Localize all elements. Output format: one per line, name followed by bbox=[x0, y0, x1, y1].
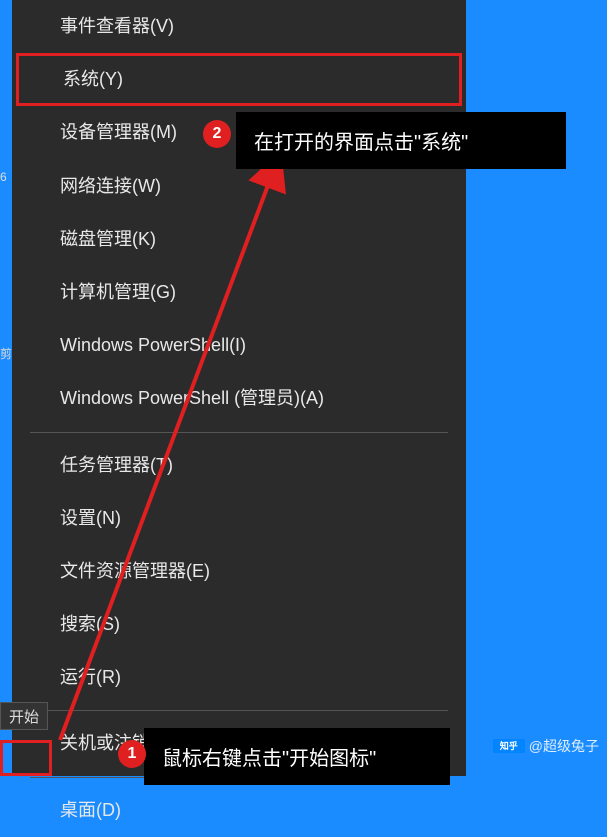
tooltip-text: 在打开的界面点击"系统" bbox=[254, 132, 468, 154]
menu-item-computer-management[interactable]: 计算机管理(G) bbox=[12, 266, 466, 319]
menu-label: 事件查看器(V) bbox=[60, 16, 174, 36]
start-button-highlight[interactable] bbox=[0, 740, 52, 776]
menu-item-powershell-admin[interactable]: Windows PowerShell (管理员)(A) bbox=[12, 372, 466, 425]
tooltip-text: 鼠标右键点击"开始图标" bbox=[162, 748, 376, 770]
step-badge-2: 2 bbox=[203, 120, 231, 148]
left-edge-char: 剪 bbox=[0, 345, 12, 362]
menu-label: 系统(Y) bbox=[63, 69, 123, 89]
menu-label: Windows PowerShell (管理员)(A) bbox=[60, 388, 324, 408]
menu-label: 网络连接(W) bbox=[60, 176, 161, 196]
menu-label: 搜索(S) bbox=[60, 614, 120, 634]
menu-label: 任务管理器(T) bbox=[60, 455, 173, 475]
menu-label: 磁盘管理(K) bbox=[60, 229, 156, 249]
menu-label: 设置(N) bbox=[60, 508, 121, 528]
menu-label: 桌面(D) bbox=[60, 800, 121, 820]
menu-item-system[interactable]: 系统(Y) bbox=[16, 53, 462, 106]
menu-label: Windows PowerShell(I) bbox=[60, 335, 246, 355]
badge-number: 2 bbox=[213, 125, 222, 143]
taskbar-start-tooltip: 开始 bbox=[0, 702, 48, 730]
menu-item-disk-management[interactable]: 磁盘管理(K) bbox=[12, 213, 466, 266]
menu-item-settings[interactable]: 设置(N) bbox=[12, 492, 466, 545]
menu-label: 文件资源管理器(E) bbox=[60, 561, 210, 581]
menu-separator bbox=[30, 710, 448, 711]
zhihu-logo-icon: 知乎 bbox=[493, 739, 525, 753]
badge-number: 1 bbox=[128, 745, 137, 763]
zhihu-watermark: 知乎 @超级兔子 bbox=[493, 736, 599, 756]
menu-item-run[interactable]: 运行(R) bbox=[12, 651, 466, 704]
annotation-tooltip-1: 鼠标右键点击"开始图标" bbox=[144, 728, 450, 785]
step-badge-1: 1 bbox=[118, 740, 146, 768]
menu-item-powershell[interactable]: Windows PowerShell(I) bbox=[12, 319, 466, 372]
menu-separator bbox=[30, 432, 448, 433]
menu-item-search[interactable]: 搜索(S) bbox=[12, 598, 466, 651]
menu-label: 设备管理器(M) bbox=[60, 122, 177, 142]
menu-item-desktop[interactable]: 桌面(D) bbox=[12, 784, 466, 837]
menu-item-event-viewer[interactable]: 事件查看器(V) bbox=[12, 0, 466, 53]
left-edge-number: 6 bbox=[0, 170, 7, 184]
watermark-user: @超级兔子 bbox=[529, 736, 599, 756]
menu-label: 计算机管理(G) bbox=[60, 282, 176, 302]
menu-label: 运行(R) bbox=[60, 667, 121, 687]
menu-item-file-explorer[interactable]: 文件资源管理器(E) bbox=[12, 545, 466, 598]
menu-item-task-manager[interactable]: 任务管理器(T) bbox=[12, 439, 466, 492]
annotation-tooltip-2: 在打开的界面点击"系统" bbox=[236, 112, 566, 169]
start-label: 开始 bbox=[9, 706, 39, 727]
